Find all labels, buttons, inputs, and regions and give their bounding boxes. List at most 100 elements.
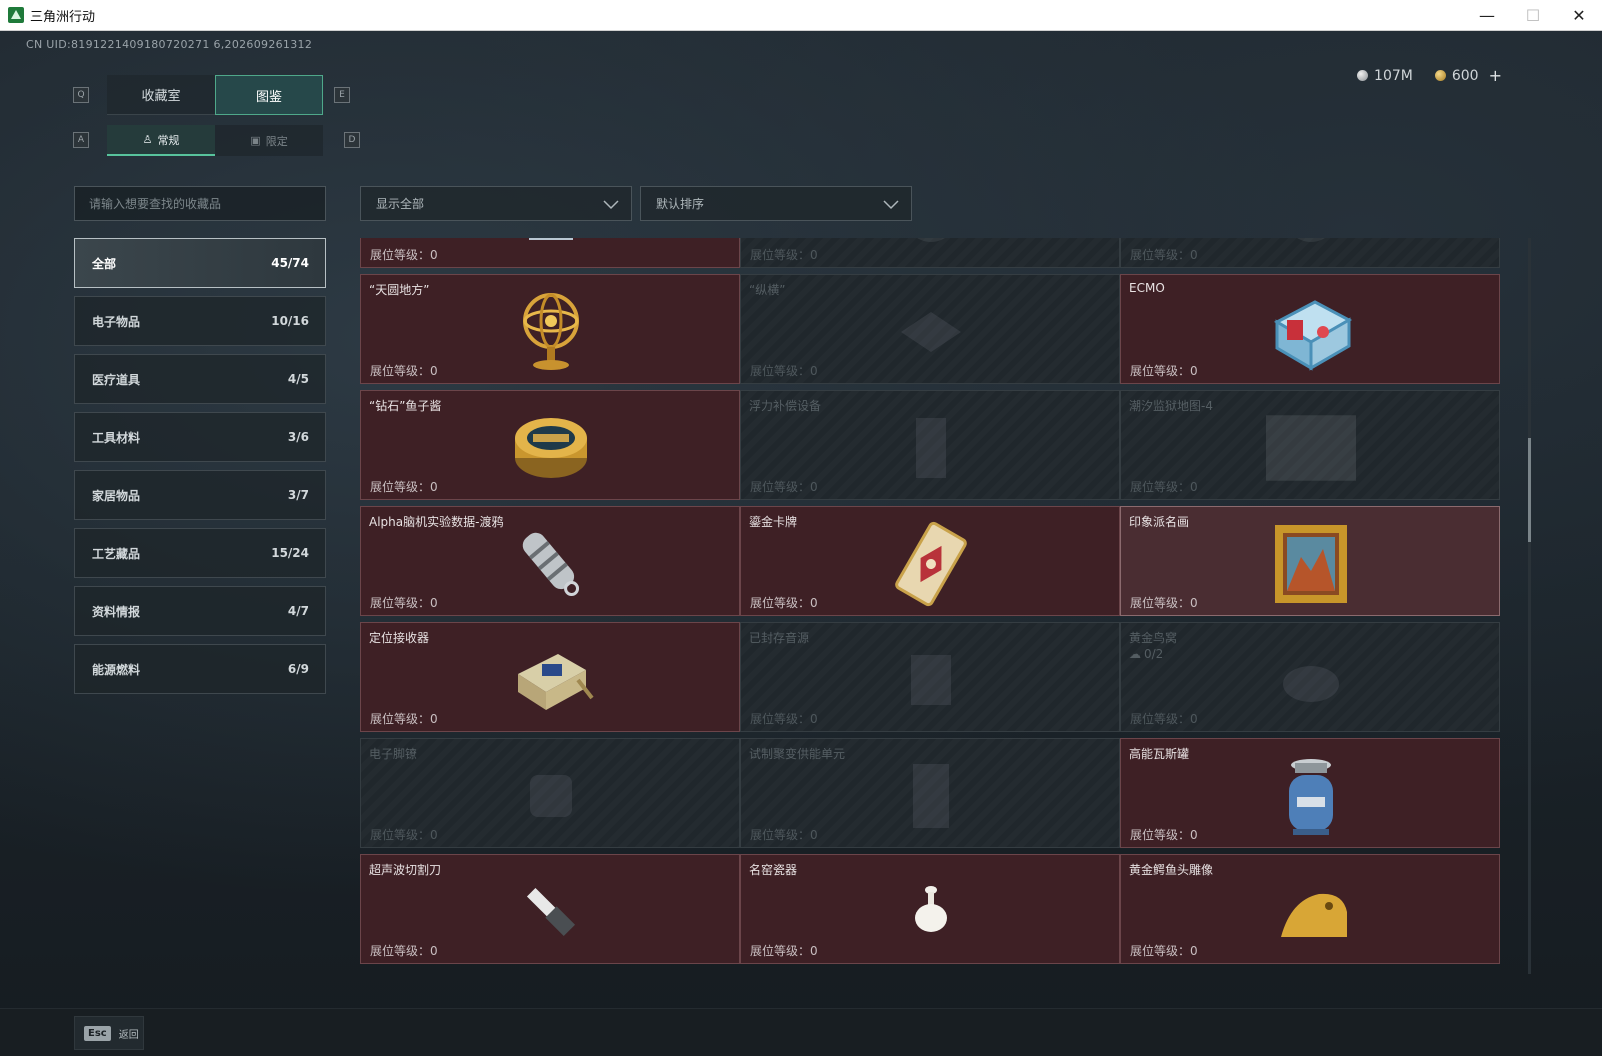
silver-coin-icon xyxy=(1357,70,1369,81)
collection-card[interactable]: 定位接收器 展位等级：0 xyxy=(360,622,740,732)
card-level: 展位等级：0 xyxy=(750,944,818,958)
category-fuel[interactable]: 能源燃料 6/9 xyxy=(74,644,326,694)
search-input[interactable] xyxy=(74,186,326,221)
tab-limited[interactable]: ▣ 限定 xyxy=(215,125,323,156)
add-currency-button[interactable]: + xyxy=(1489,66,1502,85)
display-filter-dropdown[interactable]: 显示全部 xyxy=(360,186,632,221)
key-hint-a: A xyxy=(73,132,89,148)
close-button[interactable]: ✕ xyxy=(1556,0,1602,31)
footer-bar xyxy=(0,1008,1602,1056)
card-level: 展位等级：0 xyxy=(370,596,438,610)
card-level: 展位等级：0 xyxy=(750,248,818,262)
maximize-button[interactable]: ☐ xyxy=(1510,0,1556,31)
category-list: 全部 45/74 电子物品 10/16 医疗道具 4/5 工具材料 3/6 家居… xyxy=(74,238,326,702)
ankle-monitor-icon xyxy=(506,751,596,841)
collection-card[interactable]: 黄金鸟窝 ☁ 0/2 展位等级：0 xyxy=(1120,622,1500,732)
card-name: “天圆地方” xyxy=(369,283,430,297)
card-level: 展位等级：0 xyxy=(1130,944,1198,958)
category-count: 45/74 xyxy=(271,256,309,270)
category-label: 家居物品 xyxy=(92,488,141,503)
sub-tabs: ♙ 常规 ▣ 限定 xyxy=(107,125,323,156)
audio-source-icon xyxy=(886,635,976,725)
gold-amount: 600 xyxy=(1451,67,1479,84)
category-label: 电子物品 xyxy=(92,314,141,329)
collection-card[interactable]: 黄金鳄鱼头雕像 展位等级：0 xyxy=(1120,854,1500,964)
golden-nest-icon xyxy=(1266,635,1356,725)
collection-card[interactable]: 试制聚变供能单元 展位等级：0 xyxy=(740,738,1120,848)
porcelain-icon xyxy=(886,867,976,957)
card-name: 试制聚变供能单元 xyxy=(749,747,846,761)
silver-currency: 107M xyxy=(1357,68,1413,84)
minimize-button[interactable]: — xyxy=(1464,0,1510,31)
key-hint-e: E xyxy=(334,87,350,103)
card-name: 高能瓦斯罐 xyxy=(1129,747,1190,761)
cloud-icon: ☁ xyxy=(1129,647,1141,661)
collection-card[interactable]: ECMO 展位等级：0 xyxy=(1120,274,1500,384)
card-name: 潮汐监狱地图-4 xyxy=(1129,399,1213,413)
category-count: 3/6 xyxy=(287,430,309,444)
category-label: 工具材料 xyxy=(92,430,141,445)
category-all[interactable]: 全部 45/74 xyxy=(74,238,326,288)
display-filter-value: 显示全部 xyxy=(376,197,425,211)
back-button[interactable]: Esc 返回 xyxy=(74,1016,144,1050)
collection-card[interactable]: 展位等级：0 xyxy=(740,238,1120,268)
collection-card[interactable]: Alpha脑机实验数据-渡鸦 展位等级：0 xyxy=(360,506,740,616)
tab-collection-room[interactable]: 收藏室 xyxy=(107,75,215,115)
card-level: 展位等级：0 xyxy=(1130,248,1198,262)
window-controls: — ☐ ✕ xyxy=(1464,0,1602,31)
collection-card[interactable]: 电子脚镣 展位等级：0 xyxy=(360,738,740,848)
gold-coin-icon xyxy=(1434,70,1446,81)
silver-amount: 107M xyxy=(1374,67,1413,84)
card-name: 浮力补偿设备 xyxy=(749,399,822,413)
tab-limited-label: 限定 xyxy=(265,134,288,148)
card-name: 已封存音源 xyxy=(749,631,810,645)
card-name: 超声波切割刀 xyxy=(369,863,442,877)
buoyancy-device-icon xyxy=(886,403,976,493)
chevron-down-icon xyxy=(603,199,619,209)
collection-card[interactable]: 已封存音源 展位等级：0 xyxy=(740,622,1120,732)
collection-card[interactable]: 超声波切割刀 展位等级：0 xyxy=(360,854,740,964)
robot-arm-icon xyxy=(506,238,596,261)
category-crafts[interactable]: 工艺藏品 15/24 xyxy=(74,528,326,578)
card-level: 展位等级：0 xyxy=(750,480,818,494)
category-medical[interactable]: 医疗道具 4/5 xyxy=(74,354,326,404)
card-name: 定位接收器 xyxy=(369,631,430,645)
card-level: 展位等级：0 xyxy=(370,828,438,842)
fusion-unit-icon xyxy=(886,751,976,841)
tab-codex[interactable]: 图鉴 xyxy=(215,75,323,115)
collection-card[interactable]: 展位等级：0 xyxy=(1120,238,1500,268)
unknown-icon xyxy=(1266,238,1356,261)
tab-regular[interactable]: ♙ 常规 xyxy=(107,125,215,156)
collection-card[interactable]: 展位等级：0 xyxy=(360,238,740,268)
card-name: 黄金鸟窝 xyxy=(1129,631,1178,645)
category-tools[interactable]: 工具材料 3/6 xyxy=(74,412,326,462)
card-name: 名窑瓷器 xyxy=(749,863,798,877)
collection-card[interactable]: 印象派名画展位等级：0 xyxy=(1120,506,1500,616)
app-logo-icon xyxy=(8,7,24,23)
card-level: 展位等级：0 xyxy=(1130,596,1198,610)
category-count: 6/9 xyxy=(287,662,309,676)
painting-icon xyxy=(1266,519,1356,609)
category-label: 全部 xyxy=(92,256,117,271)
sort-dropdown[interactable]: 默认排序 xyxy=(640,186,912,221)
category-electronics[interactable]: 电子物品 10/16 xyxy=(74,296,326,346)
card-level: 展位等级：0 xyxy=(370,944,438,958)
category-label: 资料情报 xyxy=(92,604,141,619)
collection-card[interactable]: 潮汐监狱地图-4 展位等级：0 xyxy=(1120,390,1500,500)
collection-card[interactable]: 高能瓦斯罐 展位等级：0 xyxy=(1120,738,1500,848)
esc-key-hint: Esc xyxy=(84,1025,111,1041)
collection-card[interactable]: 名窑瓷器展位等级：0 xyxy=(740,854,1120,964)
category-intel[interactable]: 资料情报 4/7 xyxy=(74,586,326,636)
collection-card[interactable]: “纵横” 展位等级：0 xyxy=(740,274,1120,384)
scrollbar-thumb[interactable] xyxy=(1528,438,1531,542)
card-name: 印象派名画 xyxy=(1129,515,1190,529)
card-level: 展位等级：0 xyxy=(750,596,818,610)
category-household[interactable]: 家居物品 3/7 xyxy=(74,470,326,520)
tab-regular-label: 常规 xyxy=(157,133,180,147)
grid-scrollbar[interactable] xyxy=(1528,238,1531,974)
card-progress-value: 0/2 xyxy=(1144,647,1164,661)
collection-card[interactable]: 鎏金卡牌 展位等级：0 xyxy=(740,506,1120,616)
collection-card[interactable]: “钻石”鱼子酱 展位等级：0 xyxy=(360,390,740,500)
collection-card[interactable]: “天圆地方” 展位等级：0 xyxy=(360,274,740,384)
collection-card[interactable]: 浮力补偿设备 展位等级：0 xyxy=(740,390,1120,500)
